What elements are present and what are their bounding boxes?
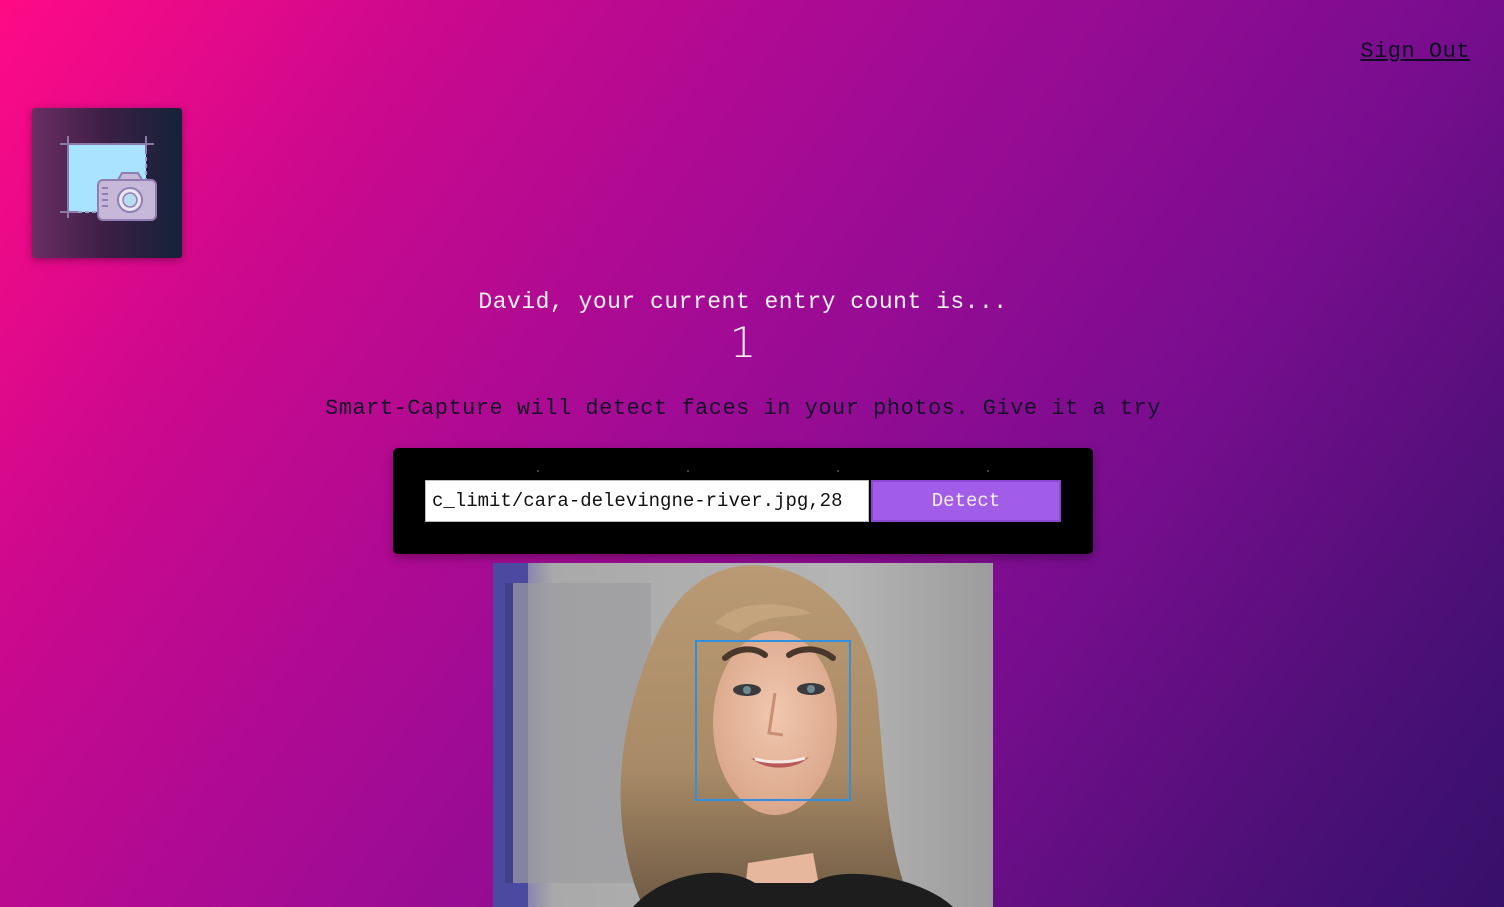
sign-out-link[interactable]: Sign Out — [1360, 39, 1470, 64]
decor-dot — [537, 470, 539, 472]
entry-count: 1 — [729, 318, 757, 367]
tagline: Smart-Capture will detect faces in your … — [325, 396, 1161, 421]
image-url-form: Detect — [393, 448, 1093, 554]
image-url-input[interactable] — [425, 480, 869, 522]
face-bounding-box — [695, 640, 851, 801]
entry-greeting: David, your current entry count is... — [478, 289, 1008, 315]
detect-button[interactable]: Detect — [871, 480, 1061, 522]
decor-dot — [837, 470, 839, 472]
detected-face-photo — [493, 563, 993, 907]
logo — [32, 108, 182, 258]
decor-dot — [687, 470, 689, 472]
decor-dot — [987, 470, 989, 472]
screenshot-camera-icon — [60, 136, 157, 221]
